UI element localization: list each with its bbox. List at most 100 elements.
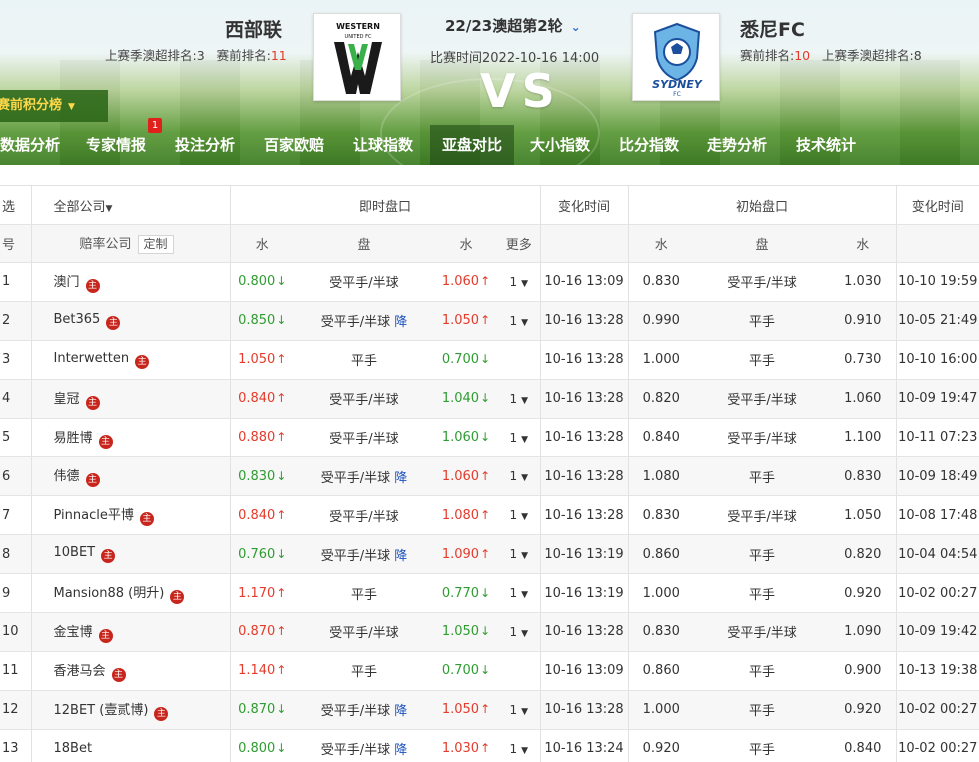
- live-water-home[interactable]: 0.830↓: [229, 456, 294, 497]
- company-name[interactable]: Bet365: [54, 312, 101, 327]
- home-team-name[interactable]: 西部联: [225, 15, 282, 42]
- more-dropdown[interactable]: 1 ▼: [498, 418, 541, 458]
- table-row[interactable]: 1 澳门主 0.800↓ 受平手/半球 1.060↑ 1 ▼ 10-16 13:0…: [0, 262, 979, 302]
- company-name[interactable]: 香港马会: [54, 664, 106, 679]
- live-water-home[interactable]: 0.850↓: [229, 301, 294, 341]
- tab-tech-stats[interactable]: 技术统计: [796, 125, 856, 165]
- live-water-away[interactable]: 1.040↓: [434, 379, 498, 419]
- company-cell[interactable]: Bet365 主: [30, 301, 230, 341]
- company-name[interactable]: 澳门: [54, 275, 80, 290]
- table-row[interactable]: 6 伟德主 0.830↓ 受平手/半球降 1.060↑ 1 ▼ 10-16 13:…: [0, 456, 979, 497]
- table-row[interactable]: 12 12BET (壹贰博) 主 0.870↓ 受平手/半球降 1.050↑ 1 ▼…: [0, 690, 979, 730]
- company-name[interactable]: Mansion88 (明升): [54, 586, 165, 601]
- table-row[interactable]: 2 Bet365 主 0.850↓ 受平手/半球降 1.050↑ 1 ▼ 10-16…: [0, 301, 979, 341]
- table-row[interactable]: 13 18Bet 0.800↓ 受平手/半球降 1.030↑ 1 ▼ 10-16 …: [0, 729, 979, 762]
- company-name[interactable]: 金宝博: [54, 625, 93, 640]
- company-cell[interactable]: Interwetten 主: [30, 340, 230, 380]
- table-row[interactable]: 9 Mansion88 (明升) 主 1.170↑ 平手 0.770↓ 1 ▼ 10…: [0, 573, 979, 614]
- live-water-away[interactable]: 1.060↑: [434, 456, 498, 497]
- table-row[interactable]: 8 10BET 主 0.760↓ 受平手/半球降 1.090↑ 1 ▼ 10-16 …: [0, 534, 979, 575]
- company-name[interactable]: 皇冠: [54, 392, 80, 407]
- live-water-home[interactable]: 0.800↓: [229, 262, 294, 302]
- more-dropdown[interactable]: 1 ▼: [498, 262, 541, 302]
- arrow-down-icon: ↓: [276, 741, 287, 756]
- live-water-away[interactable]: 1.050↓: [434, 612, 498, 652]
- row-number: 13: [0, 729, 31, 762]
- row-number: 11: [0, 651, 31, 691]
- company-cell[interactable]: Mansion88 (明升) 主: [30, 573, 230, 614]
- table-row[interactable]: 5 易胜博主 0.880↑ 受平手/半球 1.060↓ 1 ▼ 10-16 13:…: [0, 418, 979, 458]
- live-water-home[interactable]: 0.870↓: [229, 690, 294, 730]
- live-water-away[interactable]: 1.060↑: [434, 262, 498, 302]
- company-cell[interactable]: 皇冠主: [30, 379, 230, 419]
- company-cell[interactable]: 18Bet: [30, 729, 230, 762]
- table-row[interactable]: 11 香港马会主 1.140↑ 平手 0.700↓ 10-16 13:09 0.…: [0, 651, 979, 691]
- live-water-home[interactable]: 0.880↑: [229, 418, 294, 458]
- company-name[interactable]: 伟德: [54, 469, 80, 484]
- live-water-away[interactable]: 1.080↑: [434, 495, 498, 536]
- away-team-logo[interactable]: SYDNEY FC: [632, 13, 720, 101]
- company-cell[interactable]: 12BET (壹贰博) 主: [30, 690, 230, 730]
- more-dropdown[interactable]: 1 ▼: [498, 301, 541, 341]
- more-dropdown[interactable]: 1 ▼: [498, 729, 541, 762]
- company-name[interactable]: 18Bet: [54, 741, 93, 756]
- more-dropdown[interactable]: 1 ▼: [498, 379, 541, 419]
- live-water-home[interactable]: 0.840↑: [229, 495, 294, 536]
- live-water-away[interactable]: 1.030↑: [434, 729, 498, 762]
- company-name[interactable]: Interwetten: [54, 351, 130, 366]
- live-water-away[interactable]: 1.060↓: [434, 418, 498, 458]
- tab-data-analysis[interactable]: 数据分析: [0, 125, 60, 165]
- company-cell[interactable]: 澳门主: [30, 262, 230, 302]
- company-cell[interactable]: 10BET 主: [30, 534, 230, 575]
- table-row[interactable]: 10 金宝博主 0.870↑ 受平手/半球 1.050↓ 1 ▼ 10-16 13…: [0, 612, 979, 652]
- more-dropdown[interactable]: 1 ▼: [498, 690, 541, 730]
- initial-water-home: 0.820: [627, 379, 695, 419]
- more-dropdown[interactable]: 1 ▼: [498, 573, 541, 614]
- company-name[interactable]: Pinnacle平博: [54, 508, 134, 523]
- table-row[interactable]: 4 皇冠主 0.840↑ 受平手/半球 1.040↓ 1 ▼ 10-16 13:2…: [0, 379, 979, 419]
- more-dropdown[interactable]: 1 ▼: [498, 456, 541, 497]
- live-water-away[interactable]: 1.090↑: [434, 534, 498, 575]
- company-name[interactable]: 10BET: [54, 545, 96, 560]
- company-name[interactable]: 12BET (壹贰博): [54, 703, 149, 718]
- tab-euro-odds[interactable]: 百家欧赔: [264, 125, 324, 165]
- tab-over-under[interactable]: 大小指数: [530, 125, 590, 165]
- more-dropdown[interactable]: 1 ▼: [498, 495, 541, 536]
- live-water-away[interactable]: 0.700↓: [434, 651, 498, 691]
- live-water-home[interactable]: 0.870↑: [229, 612, 294, 652]
- table-row[interactable]: 3 Interwetten 主 1.050↑ 平手 0.700↓ 10-16 13…: [0, 340, 979, 380]
- live-water-home[interactable]: 0.840↑: [229, 379, 294, 419]
- tab-expert-intel[interactable]: 专家情报: [86, 125, 146, 165]
- tab-asian-handicap-compare[interactable]: 亚盘对比: [430, 125, 515, 165]
- tab-score-index[interactable]: 比分指数: [619, 125, 679, 165]
- company-cell[interactable]: 易胜博主: [30, 418, 230, 458]
- caret-down-icon: ▼: [521, 706, 529, 717]
- main-company-icon: 主: [106, 315, 121, 330]
- round-selector[interactable]: 22/23澳超第2轮 ⌄: [445, 15, 581, 36]
- tab-trend-analysis[interactable]: 走势分析: [707, 125, 767, 165]
- company-name[interactable]: 易胜博: [54, 431, 93, 446]
- company-cell[interactable]: 金宝博主: [30, 612, 230, 652]
- live-water-away[interactable]: 1.050↑: [434, 690, 498, 730]
- live-water-home[interactable]: 1.140↑: [229, 651, 294, 691]
- live-water-home[interactable]: 1.050↑: [229, 340, 294, 380]
- live-water-away[interactable]: 0.770↓: [434, 573, 498, 614]
- company-cell[interactable]: 伟德主: [30, 456, 230, 497]
- live-water-home[interactable]: 1.170↑: [229, 573, 294, 614]
- live-water-home[interactable]: 0.760↓: [229, 534, 294, 575]
- company-cell[interactable]: 香港马会主: [30, 651, 230, 691]
- live-water-home[interactable]: 0.800↓: [229, 729, 294, 762]
- tab-betting-analysis[interactable]: 投注分析: [175, 125, 235, 165]
- standings-button[interactable]: 赛前积分榜 ▼: [0, 90, 108, 122]
- table-row[interactable]: 7 Pinnacle平博主 0.840↑ 受平手/半球 1.080↑ 1 ▼ 10…: [0, 495, 979, 536]
- away-team-name[interactable]: 悉尼FC: [740, 15, 805, 42]
- home-team-logo[interactable]: WESTERN UNITED FC: [313, 13, 401, 101]
- more-dropdown[interactable]: 1 ▼: [498, 534, 541, 575]
- more-dropdown[interactable]: 1 ▼: [498, 612, 541, 652]
- company-cell[interactable]: Pinnacle平博主: [30, 495, 230, 536]
- live-water-away[interactable]: 1.050↑: [434, 301, 498, 341]
- all-companies-dropdown[interactable]: 全部公司▼: [30, 185, 230, 225]
- live-water-away[interactable]: 0.700↓: [434, 340, 498, 380]
- custom-button[interactable]: 定制: [137, 235, 174, 254]
- tab-handicap-index[interactable]: 让球指数: [353, 125, 413, 165]
